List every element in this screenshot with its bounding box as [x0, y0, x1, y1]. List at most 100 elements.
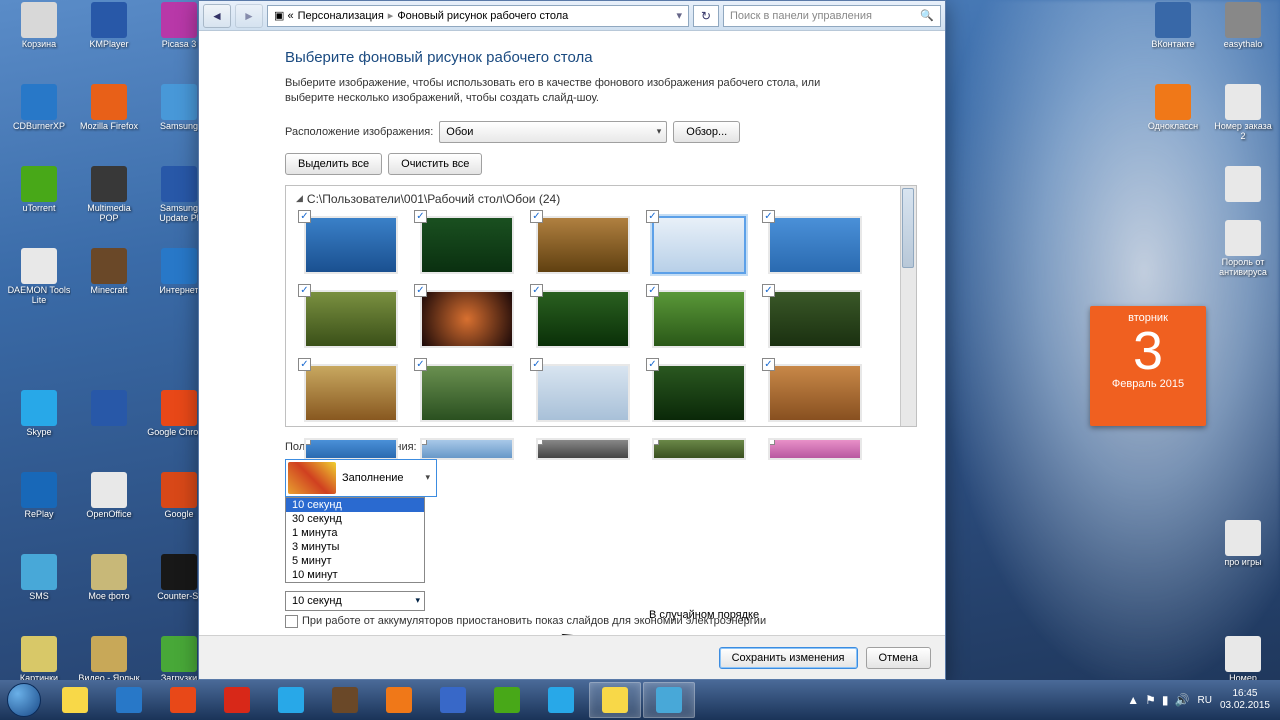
- breadcrumb[interactable]: ▣ « Персонализация ▸ Фоновый рисунок раб…: [267, 5, 689, 27]
- interval-option[interactable]: 3 минуты: [286, 540, 424, 554]
- thumb-checkbox[interactable]: ✓: [414, 358, 427, 371]
- desktop-icon[interactable]: [76, 390, 142, 450]
- wallpaper-thumb[interactable]: ✓: [652, 438, 746, 460]
- thumb-checkbox[interactable]: ✓: [414, 284, 427, 297]
- wallpaper-thumb[interactable]: ✓: [536, 438, 630, 460]
- search-input[interactable]: Поиск в панели управления 🔍: [723, 5, 941, 27]
- cancel-button[interactable]: Отмена: [866, 647, 931, 669]
- thumb-checkbox[interactable]: ✓: [762, 210, 775, 223]
- wallpaper-thumb[interactable]: ✓: [768, 438, 862, 460]
- interval-option[interactable]: 5 минут: [286, 554, 424, 568]
- network-icon[interactable]: ▮: [1162, 693, 1169, 707]
- taskbar-item[interactable]: [319, 682, 371, 718]
- taskbar-item[interactable]: [373, 682, 425, 718]
- nav-forward-button[interactable]: ►: [235, 4, 263, 28]
- desktop-icon[interactable]: Пороль от антивируса: [1210, 220, 1276, 280]
- taskbar-item[interactable]: [49, 682, 101, 718]
- taskbar-item[interactable]: [427, 682, 479, 718]
- calendar-gadget[interactable]: вторник 3 Февраль 2015: [1090, 306, 1206, 426]
- desktop-icon[interactable]: CDBurnerXP: [6, 84, 72, 144]
- wallpaper-thumb[interactable]: ✓: [304, 438, 398, 460]
- desktop-icon[interactable]: SMS: [6, 554, 72, 614]
- thumb-checkbox[interactable]: ✓: [414, 210, 427, 223]
- thumb-checkbox[interactable]: ✓: [298, 284, 311, 297]
- thumb-checkbox[interactable]: ✓: [530, 284, 543, 297]
- volume-icon[interactable]: 🔊: [1175, 693, 1190, 707]
- thumb-checkbox[interactable]: ✓: [768, 438, 775, 445]
- desktop-icon[interactable]: KMPlayer: [76, 2, 142, 62]
- desktop-icon[interactable]: Mozilla Firefox: [76, 84, 142, 144]
- desktop-icon[interactable]: Мое фото: [76, 554, 142, 614]
- taskbar-item[interactable]: [103, 682, 155, 718]
- thumb-checkbox[interactable]: ✓: [646, 358, 659, 371]
- thumb-checkbox[interactable]: ✓: [762, 284, 775, 297]
- desktop-icon[interactable]: uTorrent: [6, 166, 72, 226]
- wallpaper-thumb[interactable]: ✓: [420, 438, 514, 460]
- desktop-icon[interactable]: Multimedia POP: [76, 166, 142, 226]
- taskbar-item[interactable]: [481, 682, 533, 718]
- refresh-button[interactable]: ↻: [693, 5, 719, 27]
- wallpaper-thumb[interactable]: ✓: [768, 216, 862, 274]
- thumb-checkbox[interactable]: ✓: [646, 210, 659, 223]
- wallpaper-thumb[interactable]: ✓: [768, 364, 862, 422]
- interval-option[interactable]: 10 минут: [286, 568, 424, 582]
- wallpaper-thumb[interactable]: ✓: [536, 290, 630, 348]
- desktop-icon[interactable]: про игры: [1210, 520, 1276, 580]
- wallpaper-thumb[interactable]: ✓: [652, 364, 746, 422]
- wallpaper-thumb[interactable]: ✓: [536, 364, 630, 422]
- language-indicator[interactable]: RU: [1197, 695, 1211, 706]
- clear-all-button[interactable]: Очистить все: [388, 153, 482, 175]
- chevron-down-icon[interactable]: ▾: [676, 9, 682, 22]
- thumb-checkbox[interactable]: ✓: [304, 438, 311, 445]
- taskbar-item[interactable]: [265, 682, 317, 718]
- desktop-icon[interactable]: RePlay: [6, 472, 72, 532]
- desktop-icon[interactable]: DAEMON Tools Lite: [6, 248, 72, 308]
- desktop-icon[interactable]: Одноклассн: [1140, 84, 1206, 144]
- thumb-checkbox[interactable]: ✓: [298, 210, 311, 223]
- location-dropdown[interactable]: Обои: [439, 121, 667, 143]
- wallpaper-thumb[interactable]: ✓: [420, 364, 514, 422]
- nav-back-button[interactable]: ◄: [203, 4, 231, 28]
- select-all-button[interactable]: Выделить все: [285, 153, 382, 175]
- desktop-icon[interactable]: Skype: [6, 390, 72, 450]
- breadcrumb-current[interactable]: Фоновый рисунок рабочего стола: [397, 10, 568, 22]
- taskbar-item[interactable]: [643, 682, 695, 718]
- desktop-icon[interactable]: OpenOffice: [76, 472, 142, 532]
- thumb-checkbox[interactable]: ✓: [762, 358, 775, 371]
- interval-option[interactable]: 30 секунд: [286, 512, 424, 526]
- clock[interactable]: 16:45 03.02.2015: [1220, 688, 1270, 712]
- desktop-icon[interactable]: Номер заказа 2: [1210, 84, 1276, 144]
- battery-checkbox[interactable]: [285, 615, 298, 628]
- wallpaper-thumb[interactable]: ✓: [652, 290, 746, 348]
- taskbar-item[interactable]: [157, 682, 209, 718]
- interval-option[interactable]: 10 секунд: [286, 498, 424, 512]
- wallpaper-thumb[interactable]: ✓: [536, 216, 630, 274]
- taskbar-item[interactable]: [535, 682, 587, 718]
- thumb-checkbox[interactable]: ✓: [530, 358, 543, 371]
- desktop-icon[interactable]: Minecraft: [76, 248, 142, 308]
- thumb-checkbox[interactable]: ✓: [420, 438, 427, 445]
- thumb-checkbox[interactable]: ✓: [298, 358, 311, 371]
- interval-dropdown[interactable]: 10 секунд: [285, 591, 425, 611]
- folder-header[interactable]: ◢ C:\Пользователи\001\Рабочий стол\Обои …: [286, 186, 916, 212]
- wallpaper-thumb[interactable]: ✓: [304, 290, 398, 348]
- desktop-icon[interactable]: Корзина: [6, 2, 72, 62]
- position-dropdown[interactable]: Заполнение: [285, 459, 437, 497]
- scrollbar[interactable]: [900, 186, 916, 426]
- flag-icon[interactable]: ⚑: [1145, 693, 1156, 707]
- tray-up-icon[interactable]: ▲: [1127, 693, 1139, 707]
- tray-icons[interactable]: ▲ ⚑ ▮ 🔊: [1127, 693, 1189, 707]
- wallpaper-thumb[interactable]: ✓: [304, 216, 398, 274]
- interval-option[interactable]: 1 минута: [286, 526, 424, 540]
- wallpaper-thumb[interactable]: ✓: [420, 290, 514, 348]
- thumb-checkbox[interactable]: ✓: [536, 438, 543, 445]
- wallpaper-thumb[interactable]: ✓: [652, 216, 746, 274]
- thumb-checkbox[interactable]: ✓: [652, 438, 659, 445]
- taskbar-item[interactable]: [589, 682, 641, 718]
- breadcrumb-parent[interactable]: Персонализация: [298, 10, 384, 22]
- wallpaper-thumb[interactable]: ✓: [304, 364, 398, 422]
- wallpaper-thumb[interactable]: ✓: [768, 290, 862, 348]
- start-button[interactable]: [0, 680, 48, 720]
- thumb-checkbox[interactable]: ✓: [646, 284, 659, 297]
- taskbar-item[interactable]: [211, 682, 263, 718]
